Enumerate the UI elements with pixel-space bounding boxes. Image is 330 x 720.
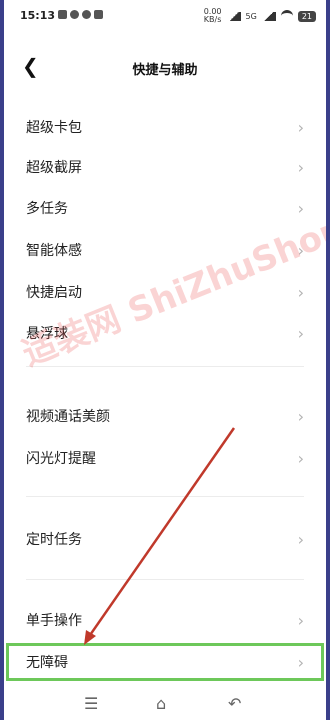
signal-icon <box>226 11 241 21</box>
chevron-right-icon: › <box>297 117 304 137</box>
message-icon <box>82 10 91 19</box>
notification-icons <box>58 10 103 19</box>
list-item-label: 超级卡包 <box>26 120 82 136</box>
list-item[interactable]: 定时任务 › <box>4 519 326 559</box>
chevron-right-icon: › <box>297 610 304 630</box>
status-bar: 15:13 0.00 KB/s 5G 21 <box>4 0 326 30</box>
divider <box>26 366 304 367</box>
chevron-right-icon: › <box>297 157 304 177</box>
list-item[interactable]: 视频通话美颜 › <box>4 396 326 436</box>
back-icon[interactable]: ↶ <box>228 694 241 713</box>
divider <box>26 496 304 497</box>
chevron-right-icon: › <box>297 240 304 260</box>
list-item[interactable]: 单手操作 › <box>4 600 326 640</box>
list-item-label: 超级截屏 <box>26 160 82 176</box>
list-item[interactable]: 智能体感 › <box>4 230 326 270</box>
list-item-label: 视频通话美颜 <box>26 409 110 425</box>
chevron-right-icon: › <box>297 529 304 549</box>
notification-icon <box>58 10 67 19</box>
list-item[interactable]: 快捷启动 › <box>4 272 326 312</box>
chat-icon <box>70 10 79 19</box>
status-time: 15:13 <box>20 9 56 22</box>
chevron-right-icon: › <box>297 448 304 468</box>
list-item[interactable]: 悬浮球 › <box>4 313 326 353</box>
home-icon[interactable]: ⌂ <box>156 694 166 713</box>
list-item[interactable]: 超级卡包 › <box>4 107 326 147</box>
divider <box>26 579 304 580</box>
settings-screen: 15:13 0.00 KB/s 5G 21 ❮ 快捷与辅助 超级卡包 › 超级截… <box>4 0 326 720</box>
network-type: 5G <box>245 11 257 21</box>
list-item-label: 快捷启动 <box>26 285 82 301</box>
header: ❮ 快捷与辅助 <box>4 50 326 86</box>
list-item-label: 多任务 <box>26 201 68 217</box>
app-icon <box>94 10 103 19</box>
status-right: 0.00 KB/s 5G 21 <box>204 8 316 24</box>
list-item-label: 悬浮球 <box>26 326 68 342</box>
list-item[interactable]: 超级截屏 › <box>4 147 326 187</box>
signal-icon-2 <box>261 11 276 21</box>
navigation-bar: ☰ ⌂ ↶ <box>4 690 326 720</box>
list-item[interactable]: 闪光灯提醒 › <box>4 438 326 478</box>
list-item-label: 单手操作 <box>26 613 82 629</box>
chevron-right-icon: › <box>297 323 304 343</box>
list-item-label: 闪光灯提醒 <box>26 451 96 467</box>
chevron-right-icon: › <box>297 282 304 302</box>
list-item-label: 定时任务 <box>26 532 82 548</box>
list-item[interactable]: 多任务 › <box>4 188 326 228</box>
list-item-label: 智能体感 <box>26 243 82 259</box>
chevron-right-icon: › <box>297 406 304 426</box>
highlight-box <box>6 643 324 681</box>
menu-icon[interactable]: ☰ <box>84 694 98 713</box>
wifi-icon <box>280 10 293 22</box>
page-title: 快捷与辅助 <box>132 63 198 78</box>
speed-readout: 0.00 KB/s <box>204 8 222 24</box>
speed-unit: KB/s <box>203 15 222 24</box>
chevron-right-icon: › <box>297 198 304 218</box>
battery-icon: 21 <box>297 10 316 22</box>
